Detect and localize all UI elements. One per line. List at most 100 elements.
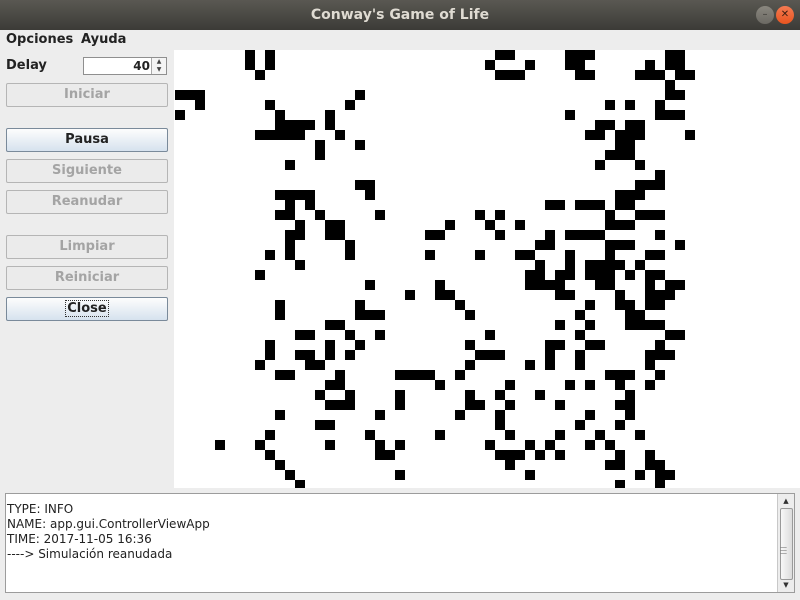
live-cell[interactable] — [495, 210, 505, 220]
live-cell[interactable] — [275, 110, 285, 120]
live-cell[interactable] — [265, 340, 275, 350]
live-cell[interactable] — [605, 120, 615, 130]
resume-button[interactable]: Reanudar — [6, 190, 168, 214]
live-cell[interactable] — [295, 480, 305, 488]
live-cell[interactable] — [595, 200, 605, 210]
live-cell[interactable] — [295, 190, 305, 200]
live-cell[interactable] — [345, 240, 355, 250]
live-cell[interactable] — [605, 240, 615, 250]
scroll-up-icon[interactable]: ▲ — [778, 494, 794, 508]
live-cell[interactable] — [435, 230, 445, 240]
live-cell[interactable] — [615, 450, 625, 460]
live-cell[interactable] — [645, 270, 655, 280]
live-cell[interactable] — [305, 330, 315, 340]
live-cell[interactable] — [565, 230, 575, 240]
live-cell[interactable] — [555, 270, 565, 280]
live-cell[interactable] — [325, 380, 335, 390]
live-cell[interactable] — [615, 240, 625, 250]
live-cell[interactable] — [285, 470, 295, 480]
live-cell[interactable] — [655, 110, 665, 120]
live-cell[interactable] — [475, 400, 485, 410]
live-cell[interactable] — [615, 150, 625, 160]
live-cell[interactable] — [375, 210, 385, 220]
live-cell[interactable] — [285, 210, 295, 220]
live-cell[interactable] — [265, 50, 275, 60]
live-cell[interactable] — [555, 340, 565, 350]
live-cell[interactable] — [555, 400, 565, 410]
live-cell[interactable] — [635, 470, 645, 480]
live-cell[interactable] — [635, 160, 645, 170]
live-cell[interactable] — [445, 220, 455, 230]
live-cell[interactable] — [395, 390, 405, 400]
delay-value[interactable]: 40 — [133, 58, 150, 75]
log-area[interactable]: TYPE: INFO NAME: app.gui.ControllerViewA… — [5, 493, 795, 593]
live-cell[interactable] — [315, 420, 325, 430]
live-cell[interactable] — [195, 100, 205, 110]
live-cell[interactable] — [625, 220, 635, 230]
live-cell[interactable] — [375, 330, 385, 340]
live-cell[interactable] — [605, 150, 615, 160]
live-cell[interactable] — [545, 440, 555, 450]
live-cell[interactable] — [625, 100, 635, 110]
live-cell[interactable] — [625, 120, 635, 130]
live-cell[interactable] — [625, 130, 635, 140]
live-cell[interactable] — [475, 250, 485, 260]
live-cell[interactable] — [585, 320, 595, 330]
live-cell[interactable] — [665, 60, 675, 70]
live-cell[interactable] — [655, 460, 665, 470]
live-cell[interactable] — [615, 190, 625, 200]
live-cell[interactable] — [625, 390, 635, 400]
live-cell[interactable] — [645, 290, 655, 300]
live-cell[interactable] — [285, 240, 295, 250]
live-cell[interactable] — [645, 60, 655, 70]
live-cell[interactable] — [275, 120, 285, 130]
live-cell[interactable] — [565, 260, 575, 270]
live-cell[interactable] — [435, 380, 445, 390]
live-cell[interactable] — [625, 150, 635, 160]
live-cell[interactable] — [345, 400, 355, 410]
live-cell[interactable] — [565, 110, 575, 120]
live-cell[interactable] — [605, 460, 615, 470]
live-cell[interactable] — [605, 370, 615, 380]
live-cell[interactable] — [665, 280, 675, 290]
live-cell[interactable] — [345, 330, 355, 340]
live-cell[interactable] — [605, 270, 615, 280]
start-button[interactable]: Iniciar — [6, 83, 168, 107]
live-cell[interactable] — [465, 390, 475, 400]
live-cell[interactable] — [645, 320, 655, 330]
live-cell[interactable] — [265, 250, 275, 260]
live-cell[interactable] — [575, 360, 585, 370]
live-cell[interactable] — [485, 350, 495, 360]
live-cell[interactable] — [495, 70, 505, 80]
live-cell[interactable] — [195, 90, 205, 100]
life-board[interactable] — [174, 50, 800, 488]
life-grid[interactable] — [174, 50, 800, 488]
live-cell[interactable] — [285, 190, 295, 200]
live-cell[interactable] — [625, 200, 635, 210]
live-cell[interactable] — [295, 230, 305, 240]
live-cell[interactable] — [515, 70, 525, 80]
live-cell[interactable] — [655, 250, 665, 260]
live-cell[interactable] — [245, 50, 255, 60]
live-cell[interactable] — [575, 60, 585, 70]
live-cell[interactable] — [595, 160, 605, 170]
log-scrollbar[interactable]: ▲ — — — ▼ — [777, 494, 794, 592]
live-cell[interactable] — [375, 450, 385, 460]
close-icon[interactable]: ✕ — [776, 6, 794, 24]
live-cell[interactable] — [535, 390, 545, 400]
live-cell[interactable] — [325, 350, 335, 360]
live-cell[interactable] — [595, 430, 605, 440]
live-cell[interactable] — [285, 250, 295, 260]
live-cell[interactable] — [325, 320, 335, 330]
live-cell[interactable] — [615, 130, 625, 140]
live-cell[interactable] — [505, 400, 515, 410]
live-cell[interactable] — [365, 430, 375, 440]
live-cell[interactable] — [655, 100, 665, 110]
live-cell[interactable] — [655, 470, 665, 480]
live-cell[interactable] — [335, 370, 345, 380]
live-cell[interactable] — [405, 290, 415, 300]
live-cell[interactable] — [385, 450, 395, 460]
live-cell[interactable] — [655, 290, 665, 300]
live-cell[interactable] — [655, 370, 665, 380]
live-cell[interactable] — [625, 300, 635, 310]
